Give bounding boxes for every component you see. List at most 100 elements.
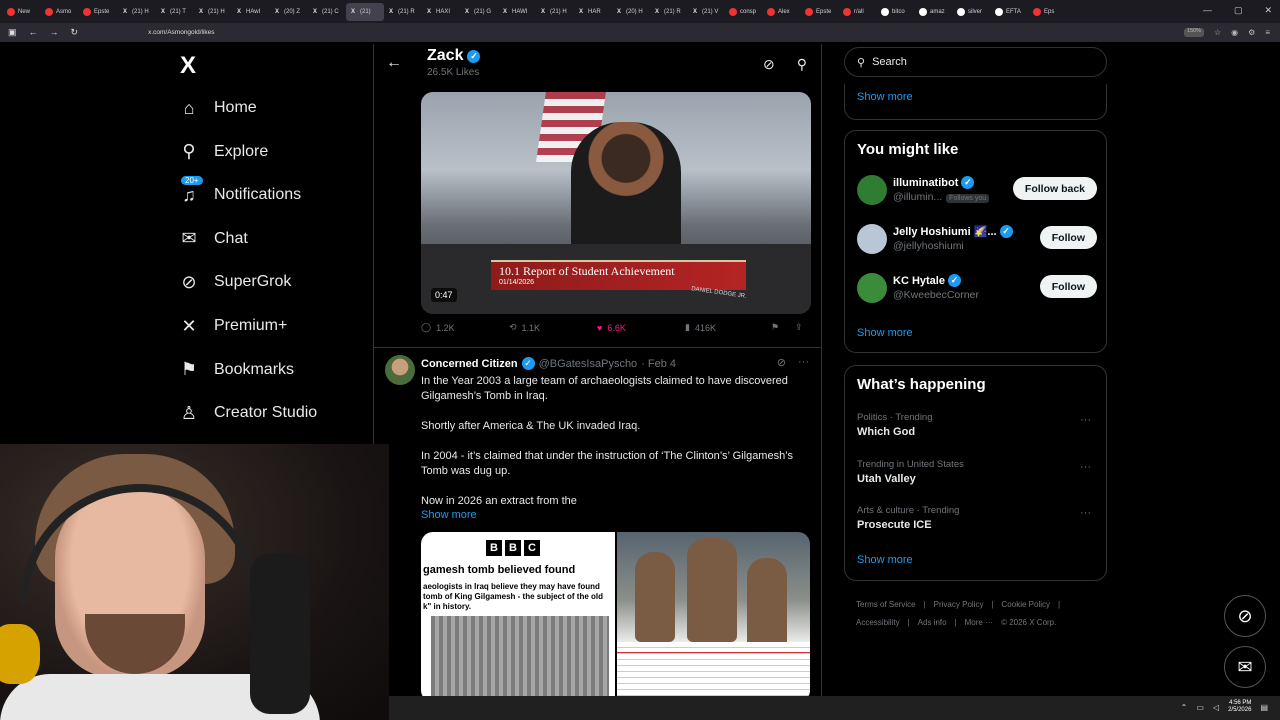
browser-tab[interactable]: X (21) H <box>118 3 156 21</box>
browser-tab[interactable]: X (21) H <box>536 3 574 21</box>
menu-icon[interactable]: ≡ <box>1265 28 1270 37</box>
repost-button[interactable]: ⟲ 1.1K <box>509 322 597 333</box>
browser-tab[interactable]: X (20) Z <box>270 3 308 21</box>
account-name[interactable]: KC Hytale ✓ <box>893 274 961 287</box>
forward-icon[interactable]: → <box>50 27 59 38</box>
footer-link[interactable]: Privacy Policy <box>934 600 984 609</box>
browser-tab[interactable]: X (21) <box>346 2 384 21</box>
views-button[interactable]: ▮ 416K <box>685 322 771 333</box>
search-icon[interactable]: ⚲ <box>797 56 807 73</box>
trend-item[interactable]: Arts & culture · Trending Prosecute ICE ··… <box>857 505 1097 531</box>
sidebar-item-home[interactable]: ⌂ Home <box>178 97 257 119</box>
bookmark-button[interactable]: ⚑ <box>771 322 795 333</box>
avatar[interactable] <box>857 273 887 303</box>
follow-button[interactable]: Follow <box>1039 226 1097 249</box>
reload-icon[interactable]: ↻ <box>71 27 79 38</box>
browser-tab[interactable]: consp <box>726 3 764 21</box>
browser-tab[interactable]: r/all <box>840 3 878 21</box>
reply-button[interactable]: ◯ 1.2K <box>421 322 509 333</box>
close-icon[interactable]: ✕ <box>1264 5 1272 16</box>
follow-button[interactable]: Follow <box>1039 275 1097 298</box>
video-player[interactable]: 10.1 Report of Student Achievement 01/14… <box>421 92 811 314</box>
minimize-icon[interactable]: — <box>1203 5 1212 16</box>
follow-suggestion[interactable]: Jelly Hoshiumi 🌠... ✓ @jellyhoshiumi Follow <box>857 224 1097 258</box>
browser-tab[interactable]: X (21) R <box>650 3 688 21</box>
show-more-link[interactable]: Show more <box>857 91 913 103</box>
browser-tab[interactable]: Alex <box>764 3 802 21</box>
messages-float-button[interactable]: ✉ <box>1224 646 1266 688</box>
browser-tab[interactable]: bitco <box>878 3 916 21</box>
grok-icon[interactable]: ⊘ <box>763 56 775 73</box>
browser-tab[interactable]: EFTA <box>992 3 1030 21</box>
show-more-link[interactable]: Show more <box>857 554 913 566</box>
browser-tab[interactable]: X (21) H <box>194 3 232 21</box>
search-input[interactable]: ⚲ Search <box>844 47 1107 77</box>
browser-tab[interactable]: Eps <box>1030 3 1068 21</box>
sidebar-item-supergrok[interactable]: ⊘ SuperGrok <box>178 271 291 293</box>
footer-link[interactable]: More ··· <box>965 618 993 627</box>
sidebar-toggle-icon[interactable]: ▣ <box>8 27 17 38</box>
sidebar-item-explore[interactable]: ⚲ Explore <box>178 141 268 163</box>
sidebar-item-premium[interactable]: ✕ Premium+ <box>178 315 287 337</box>
tray-chevron-icon[interactable]: ⌃ <box>1181 703 1188 712</box>
like-button[interactable]: ♥ 6.6K <box>597 322 685 333</box>
bookmark-star-icon[interactable]: ☆ <box>1214 28 1221 37</box>
trend-item[interactable]: Politics · Trending Which God ··· <box>857 412 1097 438</box>
browser-tab[interactable]: amaz <box>916 3 954 21</box>
browser-tab[interactable]: X HAR <box>574 3 612 21</box>
footer-link[interactable]: Ads info <box>918 618 947 627</box>
avatar[interactable] <box>385 355 415 385</box>
sidebar-item-chat[interactable]: ✉ Chat <box>178 228 247 250</box>
browser-tab[interactable]: X (21) R <box>384 3 422 21</box>
browser-tab[interactable]: silver <box>954 3 992 21</box>
footer-link[interactable]: © 2026 X Corp. <box>1001 618 1056 627</box>
follow-button[interactable]: Follow back <box>1012 177 1097 200</box>
more-icon[interactable]: ··· <box>798 356 809 369</box>
grok-float-button[interactable]: ⊘ <box>1224 595 1266 637</box>
follow-suggestion[interactable]: KC Hytale ✓ @KweebecCorner Follow <box>857 273 1097 307</box>
account-name[interactable]: Jelly Hoshiumi 🌠... ✓ <box>893 225 1013 238</box>
follow-suggestion[interactable]: illuminatibot ✓ @illumin... Follows you Foll… <box>857 175 1097 209</box>
zoom-level[interactable]: 150% <box>1183 28 1204 37</box>
more-icon[interactable]: ··· <box>1080 461 1091 473</box>
extensions-icon[interactable]: ⚙ <box>1248 28 1255 37</box>
tweet-author-name[interactable]: Concerned Citizen <box>421 358 518 370</box>
avatar[interactable] <box>857 175 887 205</box>
browser-tab[interactable]: Epste <box>80 3 118 21</box>
back-arrow-icon[interactable]: ← <box>386 54 402 72</box>
show-more-link[interactable]: Show more <box>421 509 477 521</box>
browser-tab[interactable]: X (21) V <box>688 3 726 21</box>
browser-tab[interactable]: X (21) G <box>460 3 498 21</box>
tweet-author-handle[interactable]: @BGatesIsaPyscho <box>539 358 638 370</box>
network-icon[interactable]: ▭ <box>1196 703 1204 712</box>
footer-link[interactable]: Accessibility <box>856 618 900 627</box>
account-name[interactable]: illuminatibot ✓ <box>893 176 975 189</box>
avatar[interactable] <box>857 224 887 254</box>
back-icon[interactable]: ← <box>29 27 38 38</box>
maximize-icon[interactable]: ▢ <box>1234 5 1243 16</box>
show-more-link[interactable]: Show more <box>857 327 913 339</box>
browser-tab[interactable]: Epste <box>802 3 840 21</box>
footer-link[interactable]: Terms of Service <box>856 600 916 609</box>
giants-image[interactable] <box>617 532 810 702</box>
address-bar[interactable]: x.com/Asmongold/likes <box>148 29 214 36</box>
share-button[interactable]: ⇪ <box>795 322 803 333</box>
account-icon[interactable]: ◉ <box>1231 28 1238 37</box>
browser-tab[interactable]: X HAWI <box>498 3 536 21</box>
tweet-date[interactable]: · Feb 4 <box>641 358 676 370</box>
sidebar-item-creator-studio[interactable]: ♙ Creator Studio <box>178 402 317 424</box>
bbc-article-image[interactable]: B B C gamesh tomb believed found aeologi… <box>421 532 615 702</box>
trend-item[interactable]: Trending in United States Utah Valley ··· <box>857 459 1097 485</box>
browser-tab[interactable]: X (21) T <box>156 3 194 21</box>
volume-icon[interactable]: ◁ <box>1213 703 1219 712</box>
sidebar-item-notifications[interactable]: ♫ 20+ Notifications <box>178 175 301 206</box>
x-logo[interactable]: X <box>180 52 196 80</box>
clock[interactable]: 4:56 PM 2/5/2026 <box>1228 700 1251 714</box>
more-icon[interactable]: ··· <box>1080 507 1091 519</box>
grok-icon[interactable]: ⊘ <box>777 356 786 369</box>
footer-link[interactable]: Cookie Policy <box>1002 600 1050 609</box>
notification-icon[interactable]: ▤ <box>1260 703 1268 712</box>
browser-tab[interactable]: X HAXI <box>422 3 460 21</box>
browser-tab[interactable]: New <box>4 3 42 21</box>
browser-tab[interactable]: X (20) H <box>612 3 650 21</box>
